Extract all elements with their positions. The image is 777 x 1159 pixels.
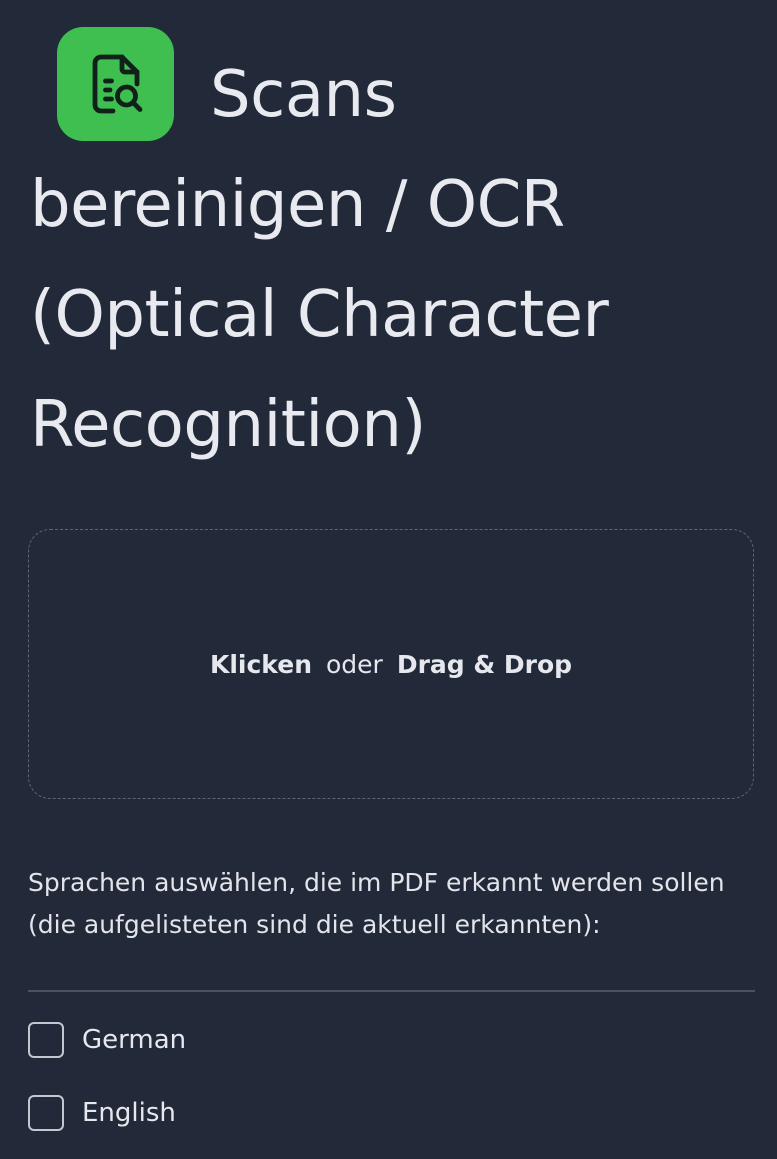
language-option-german[interactable]: German <box>28 1022 186 1058</box>
divider <box>28 990 755 992</box>
german-checkbox[interactable] <box>28 1022 64 1058</box>
language-label-german: German <box>82 1025 187 1055</box>
file-dropzone[interactable]: Klicken oder Drag & Drop <box>28 529 754 799</box>
language-option-english[interactable]: English <box>28 1095 176 1131</box>
dropzone-drag-label: Drag & Drop <box>396 649 573 679</box>
page-title: Scans bereinigen / OCR (Optical Characte… <box>30 58 609 462</box>
language-label-english: English <box>82 1098 176 1128</box>
dropzone-click-label[interactable]: Klicken <box>210 650 312 679</box>
language-instructions: Sprachen auswählen, die im PDF erkannt w… <box>28 868 725 939</box>
page: Scans bereinigen / OCR (Optical Characte… <box>0 0 777 1159</box>
english-checkbox[interactable] <box>28 1095 64 1131</box>
dropzone-separator: oder <box>326 649 383 679</box>
